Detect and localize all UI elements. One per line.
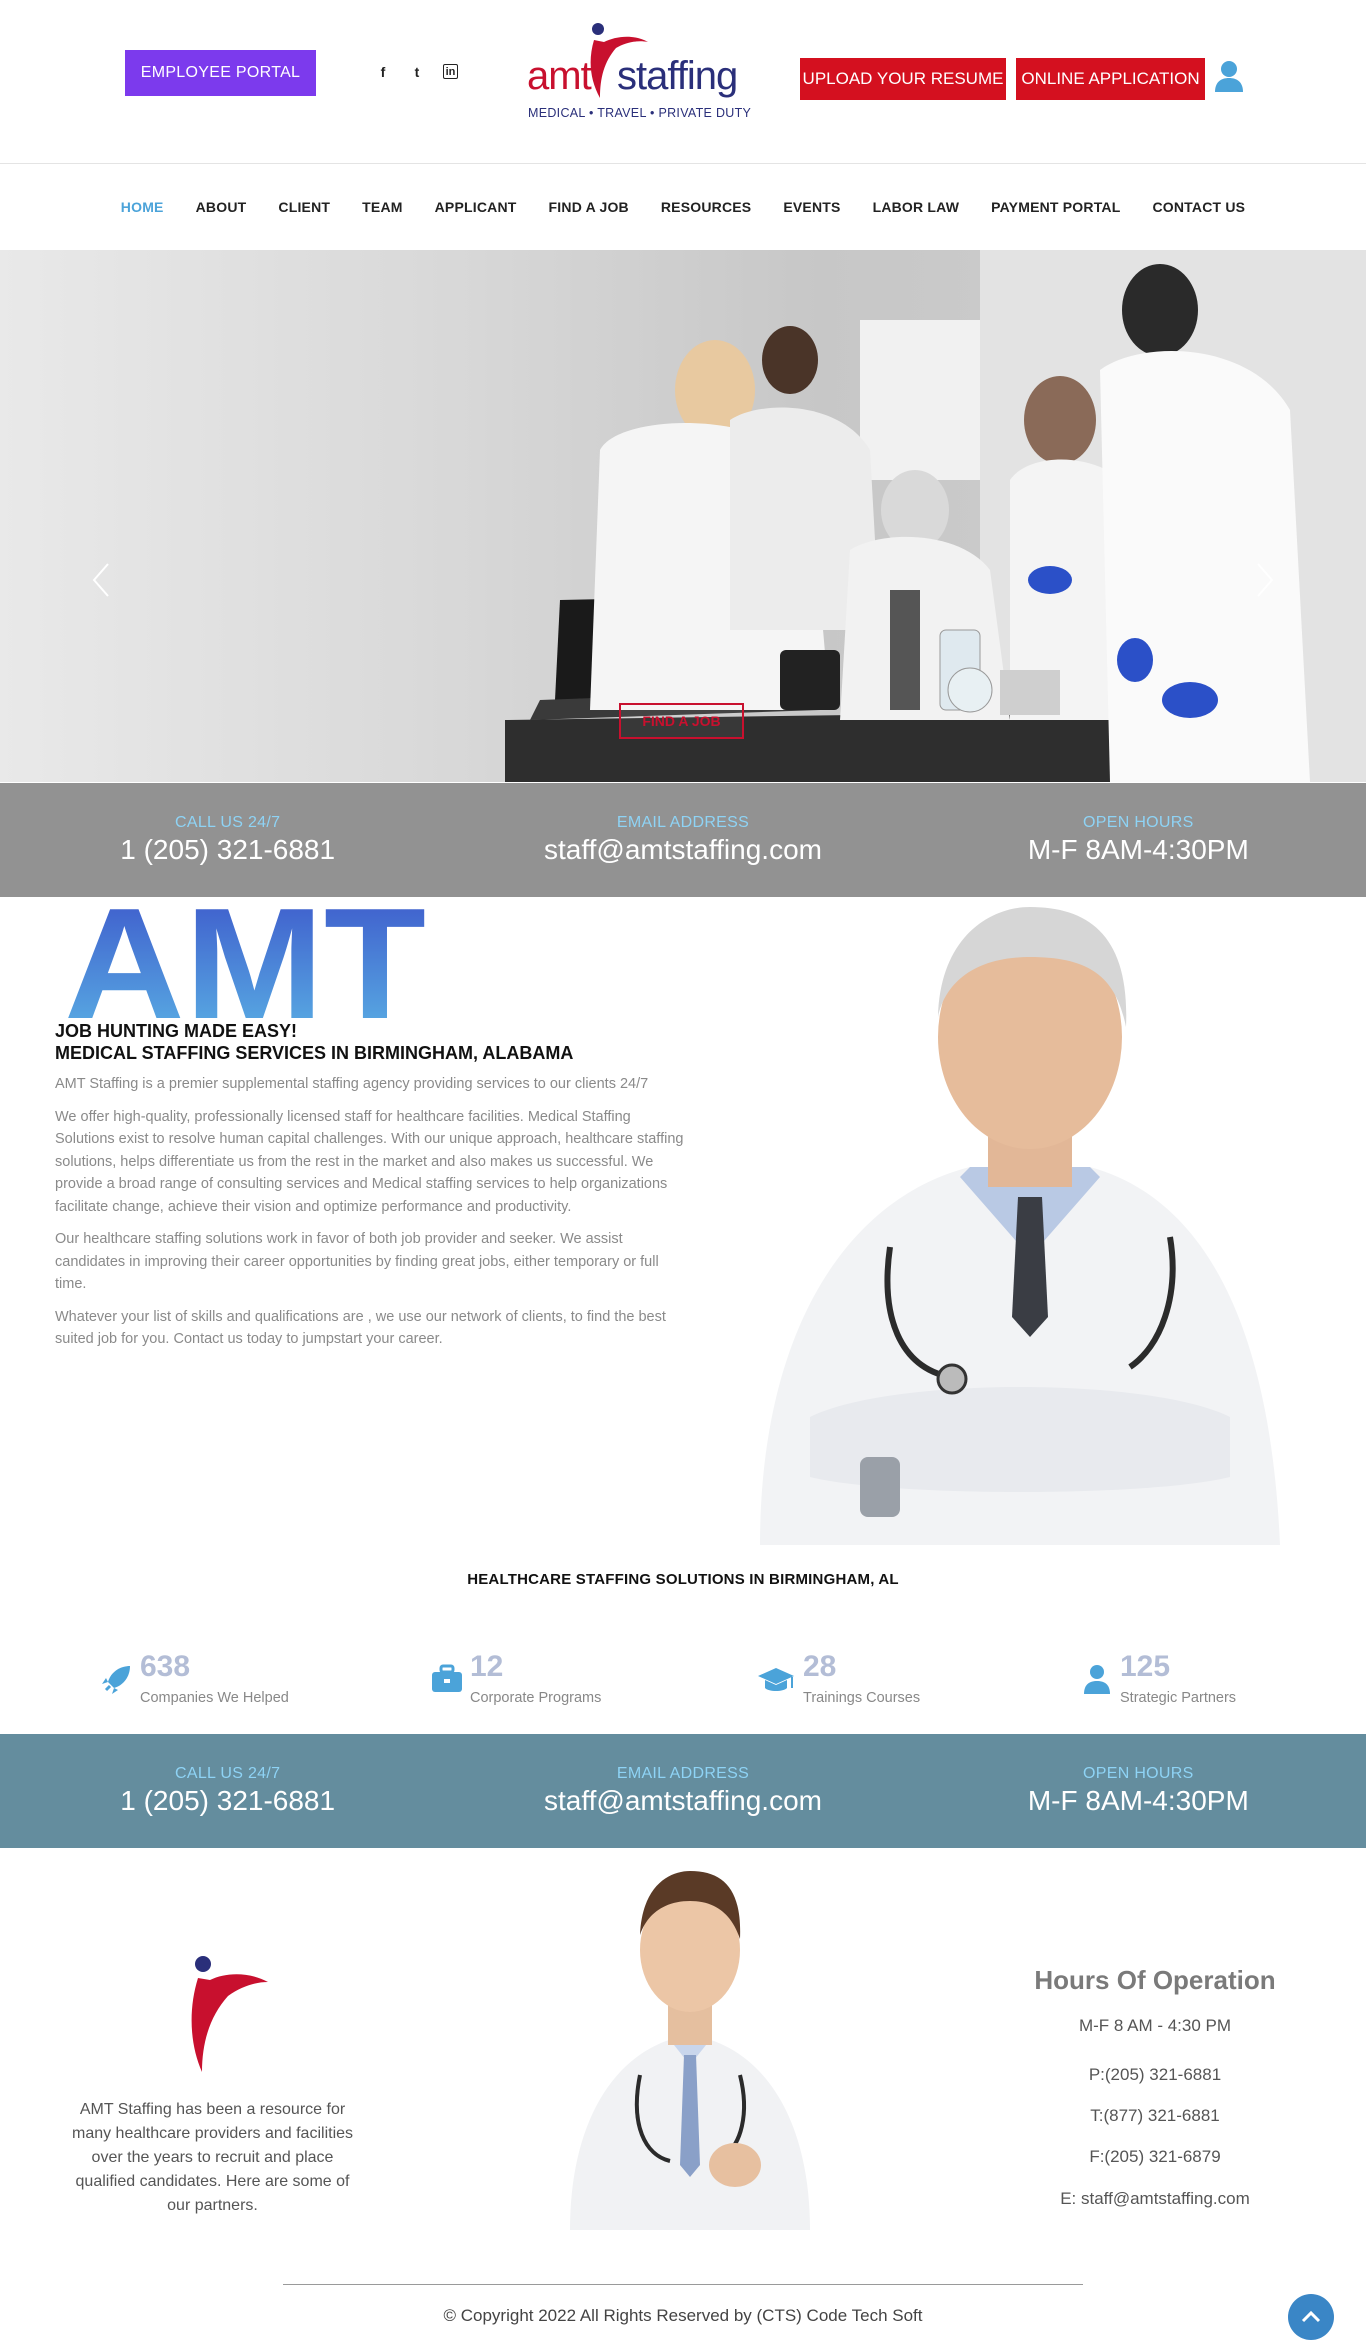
stat-caption: Corporate Programs [470, 1690, 602, 1706]
hero-slider: FIND A JOB [0, 250, 1366, 782]
about-paragraph: Our healthcare staffing solutions work i… [55, 1231, 659, 1292]
fax-number: F:(205) 321-6879 [1089, 2147, 1221, 2166]
chevron-left-icon[interactable] [90, 560, 114, 600]
site-header: EMPLOYEE PORTAL f t in amt staffing MEDI… [0, 0, 1366, 164]
hours-value: M-F 8AM-4:30PM [1027, 1785, 1249, 1816]
call-value[interactable]: 1 (205) 321-6881 [120, 834, 335, 866]
graduation-cap-icon [758, 1668, 794, 1691]
nav-item-contact-us[interactable]: CONTACT US [1136, 199, 1261, 215]
young-doctor-image [570, 1871, 810, 2230]
about-paragraph: AMT Staffing is a premier supplemental s… [55, 1076, 649, 1092]
call-label: CALL US 24/7 [175, 1765, 281, 1782]
stat-caption: Strategic Partners [1120, 1690, 1237, 1706]
site-logo[interactable]: amt staffing MEDICAL • TRAVEL • PRIVATE … [525, 20, 751, 124]
hours-label: OPEN HOURS [1083, 814, 1194, 831]
toll-free-number[interactable]: T:(877) 321-6881 [1000, 2106, 1310, 2126]
nav-item-payment-portal[interactable]: PAYMENT PORTAL [975, 199, 1136, 215]
doctor-portrait-image [760, 907, 1280, 1545]
about-paragraph: Whatever your list of skills and qualifi… [55, 1308, 666, 1348]
employee-portal-button[interactable]: EMPLOYEE PORTAL [125, 50, 316, 96]
chevron-right-icon[interactable] [1252, 560, 1276, 600]
online-application-button[interactable]: ONLINE APPLICATION [1016, 58, 1205, 100]
footer-divider [283, 2284, 1083, 2285]
hours-value: M-F 8AM-4:30PM [1027, 834, 1249, 865]
contact-hours: OPEN HOURS M-F 8AM-4:30PM [911, 1734, 1366, 1848]
phone-number[interactable]: P:(205) 321-6881 [1000, 2065, 1310, 2085]
call-value[interactable]: 1 (205) 321-6881 [120, 1785, 335, 1817]
nav-item-applicant[interactable]: APPLICANT [419, 199, 533, 215]
back-to-top-button[interactable] [1288, 2294, 1334, 2340]
nav-item-resources[interactable]: RESOURCES [645, 199, 767, 215]
email-label: EMAIL ADDRESS [616, 1765, 750, 1782]
contact-call: CALL US 24/7 1 (205) 321-6881 [0, 783, 455, 897]
about-text: AMT Staffing is a premier supplemental s… [55, 1073, 685, 1361]
email-value[interactable]: staff@amtstaffing.com [544, 1785, 822, 1817]
stat-number: 638 [140, 1650, 191, 1683]
nav-item-find-a-job[interactable]: FIND A JOB [533, 199, 645, 215]
nav-item-about[interactable]: ABOUT [180, 199, 263, 215]
logo-word-staffing: staffing [617, 54, 738, 98]
social-links: f t in [375, 64, 458, 80]
hours-title: Hours Of Operation [1034, 1965, 1276, 1995]
nav-item-team[interactable]: TEAM [346, 199, 418, 215]
upload-resume-button[interactable]: UPLOAD YOUR RESUME [800, 58, 1006, 100]
main-nav: HOME ABOUT CLIENT TEAM APPLICANT FIND A … [0, 165, 1366, 249]
twitter-icon[interactable]: t [409, 64, 425, 80]
nav-item-client[interactable]: CLIENT [262, 199, 346, 215]
contact-hours: OPEN HOURS M-F 8AM-4:30PM [911, 783, 1366, 897]
stat-number: 28 [803, 1650, 837, 1683]
rocket-icon [102, 1666, 130, 1694]
user-icon [1084, 1665, 1110, 1694]
logo-word-amt: amt [527, 54, 592, 98]
contact-email: EMAIL ADDRESS staff@amtstaffing.com [455, 1734, 910, 1848]
nav-item-home[interactable]: HOME [105, 199, 180, 215]
contact-email: EMAIL ADDRESS staff@amtstaffing.com [455, 783, 910, 897]
email-label: EMAIL ADDRESS [616, 814, 750, 831]
amt-brand-text: AMT [64, 900, 426, 1020]
hours-label: OPEN HOURS [1083, 1765, 1194, 1782]
user-icon[interactable] [1214, 60, 1244, 92]
copyright-text: © Copyright 2022 All Rights Reserved by … [443, 2306, 923, 2325]
email-value[interactable]: staff@amtstaffing.com [544, 834, 822, 866]
nav-item-labor-law[interactable]: LABOR LAW [857, 199, 976, 215]
logo-tagline: MEDICAL • TRAVEL • PRIVATE DUTY [528, 106, 752, 120]
stat-number: 125 [1120, 1650, 1171, 1683]
briefcase-icon [432, 1664, 462, 1692]
stat-number: 12 [470, 1650, 504, 1683]
stat-caption: Trainings Courses [803, 1690, 921, 1706]
contact-bar-top: CALL US 24/7 1 (205) 321-6881 EMAIL ADDR… [0, 783, 1366, 897]
amt-brand-mark: AMT [64, 900, 426, 1020]
find-a-job-button[interactable]: FIND A JOB [619, 703, 744, 739]
stat-caption: Companies We Helped [140, 1690, 289, 1706]
call-label: CALL US 24/7 [175, 814, 281, 831]
facebook-icon[interactable]: f [375, 64, 391, 80]
contact-bar-bottom: CALL US 24/7 1 (205) 321-6881 EMAIL ADDR… [0, 1734, 1366, 1848]
solutions-heading: HEALTHCARE STAFFING SOLUTIONS IN BIRMING… [467, 1571, 899, 1588]
about-heading-line-1: JOB HUNTING MADE EASY! [55, 1021, 298, 1041]
footer-about-text: AMT Staffing has been a resource for man… [71, 2101, 354, 2214]
about-heading-line-2: MEDICAL STAFFING SERVICES IN BIRMINGHAM,… [55, 1043, 574, 1063]
about-paragraph: We offer high-quality, professionally li… [55, 1108, 684, 1215]
about-heading: JOB HUNTING MADE EASY! MEDICAL STAFFING … [55, 1020, 573, 1064]
hours-text: M-F 8 AM - 4:30 PM [1078, 2016, 1232, 2035]
footer-email[interactable]: E: staff@amtstaffing.com [1000, 2189, 1310, 2209]
footer-logo-icon[interactable] [170, 1950, 270, 2075]
linkedin-icon[interactable]: in [443, 64, 458, 79]
chevron-up-icon [1301, 2310, 1321, 2323]
contact-call: CALL US 24/7 1 (205) 321-6881 [0, 1734, 455, 1848]
nav-item-events[interactable]: EVENTS [767, 199, 856, 215]
